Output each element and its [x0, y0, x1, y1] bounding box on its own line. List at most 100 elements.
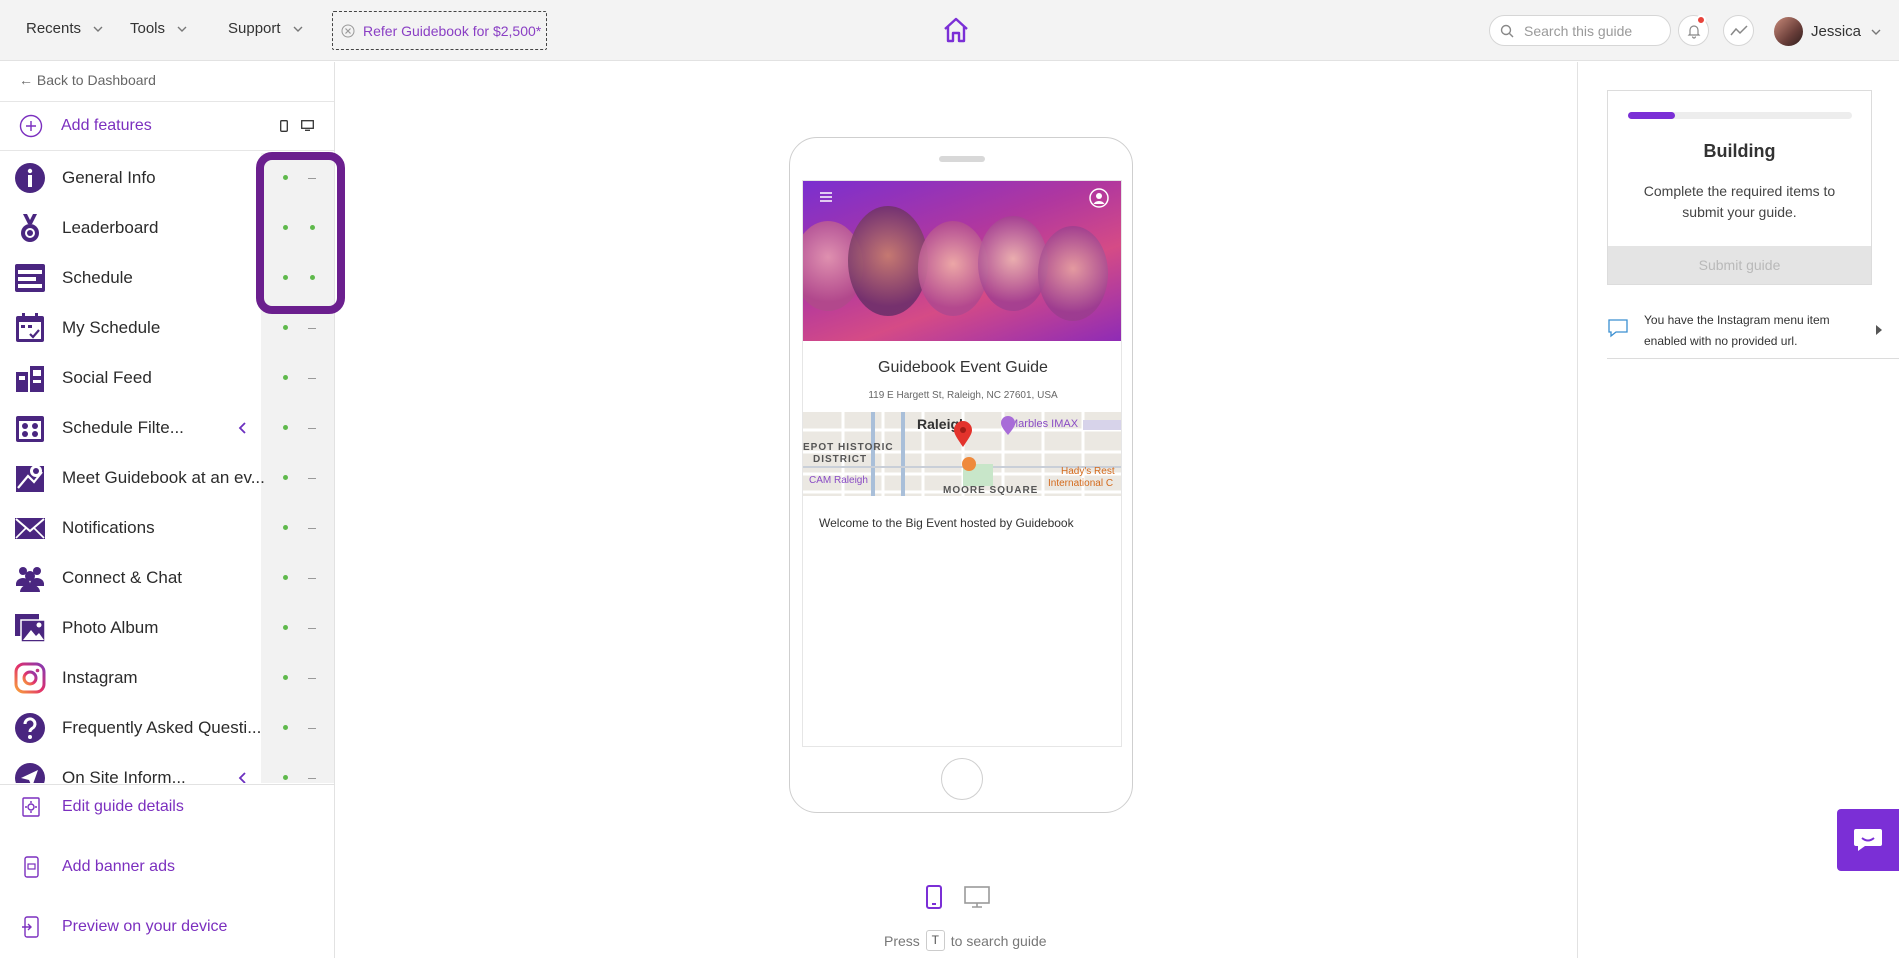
- feature-label: Notifications: [62, 518, 155, 537]
- mobile-enabled-dot: [283, 625, 288, 630]
- tools-label: Tools: [130, 20, 166, 37]
- chevron-left-icon[interactable]: [236, 421, 250, 435]
- chevron-down-icon: [177, 26, 187, 32]
- question-icon: [15, 713, 45, 743]
- hamburger-menu-icon[interactable]: [819, 191, 833, 203]
- feature-row-faq[interactable]: Frequently Asked Questi...: [0, 703, 334, 753]
- web-disabled-dash: [308, 478, 316, 479]
- mobile-enabled-dot: [283, 475, 288, 480]
- user-menu[interactable]: Jessica: [1774, 17, 1883, 46]
- press-label: Press: [884, 932, 920, 949]
- map-pin-marker-icon: [954, 421, 972, 447]
- web-disabled-dash: [308, 528, 316, 529]
- support-menu[interactable]: Support: [228, 20, 305, 37]
- edit-guide-details-link[interactable]: Edit guide details: [0, 785, 334, 829]
- build-progress-bar: [1628, 112, 1852, 119]
- chevron-right-icon[interactable]: [1874, 324, 1884, 336]
- mobile-enabled-dot: [283, 325, 288, 330]
- feature-label: Meet Guidebook at an ev...: [62, 468, 265, 487]
- banner-ad-icon: [24, 856, 39, 878]
- schedule-icon: [15, 264, 45, 292]
- instagram-icon: [14, 662, 46, 694]
- mobile-enabled-dot: [283, 775, 288, 780]
- build-status-card: Building Complete the required items to …: [1607, 90, 1872, 285]
- restaurant-marker-icon: [962, 457, 976, 471]
- send-icon: [15, 763, 45, 783]
- mobile-view-icon[interactable]: [923, 884, 945, 910]
- refer-guidebook-button[interactable]: Refer Guidebook for $2,500*: [332, 11, 547, 50]
- build-status-description: Complete the required items to submit yo…: [1643, 183, 1836, 220]
- preview-on-device-label: Preview on your device: [62, 918, 228, 935]
- add-banner-ads-link[interactable]: Add banner ads: [0, 845, 334, 889]
- feature-row-notifications[interactable]: Notifications: [0, 503, 334, 553]
- tools-menu[interactable]: Tools: [130, 20, 189, 37]
- mobile-enabled-dot: [283, 425, 288, 430]
- back-to-dashboard-link[interactable]: ← Back to Dashboard: [19, 72, 156, 88]
- avatar: [1774, 17, 1803, 46]
- map-label-depot: EPOT HISTORIC: [803, 442, 894, 453]
- feature-label: Connect & Chat: [62, 568, 183, 587]
- feature-label: Social Feed: [62, 368, 152, 387]
- warning-text: You have the Instagram menu item enabled…: [1644, 313, 1830, 348]
- envelope-icon: [15, 518, 45, 539]
- support-chat-button[interactable]: [1837, 809, 1899, 871]
- recents-menu[interactable]: Recents: [26, 20, 105, 37]
- mobile-enabled-dot: [283, 375, 288, 380]
- add-features-label: Add features: [61, 117, 152, 134]
- plus-circle-icon: [19, 114, 43, 138]
- location-map[interactable]: Raleigh Marbles IMAX EPOT HISTORIC DISTR…: [803, 412, 1121, 496]
- analytics-button[interactable]: [1723, 15, 1754, 46]
- map-pin-icon: [16, 465, 44, 492]
- info-icon: [15, 163, 45, 193]
- build-progress-fill: [1628, 112, 1676, 119]
- phone-speaker: [939, 156, 985, 162]
- guide-actions: Edit guide details Add banner ads Previe…: [0, 784, 334, 938]
- notifications-button[interactable]: [1678, 15, 1709, 46]
- map-label-marbles: Marbles IMAX: [1009, 418, 1079, 430]
- add-features-row[interactable]: Add features: [0, 101, 334, 151]
- submit-guide-button[interactable]: Submit guide: [1608, 246, 1871, 284]
- desktop-view-icon[interactable]: [963, 884, 991, 910]
- feature-label: Leaderboard: [62, 218, 159, 237]
- phone-preview-frame: Guidebook Event Guide 119 E Hargett St, …: [789, 137, 1133, 813]
- guide-banner-image: [803, 181, 1121, 341]
- edit-guide-details-label: Edit guide details: [62, 798, 184, 815]
- chevron-left-icon[interactable]: [236, 771, 250, 783]
- chevron-down-icon: [93, 26, 103, 32]
- web-disabled-dash: [308, 728, 316, 729]
- instagram-warning-item[interactable]: You have the Instagram menu item enabled…: [1607, 310, 1899, 359]
- feature-row-meet-guidebook[interactable]: Meet Guidebook at an ev...: [0, 453, 334, 503]
- calendar-check-icon: [16, 313, 44, 342]
- top-navigation-bar: Recents Tools Support Refer Guidebook fo…: [0, 0, 1899, 61]
- desktop-device-icon: [301, 120, 314, 131]
- search-shortcut-hint: Press T to search guide: [884, 930, 1047, 951]
- phone-home-button[interactable]: [941, 758, 983, 800]
- preview-device-icon: [22, 916, 39, 938]
- map-label-hadys: Hady's Rest: [1061, 466, 1115, 477]
- comment-icon: [1608, 319, 1628, 338]
- search-icon: [1500, 24, 1514, 37]
- photo-icon: [15, 614, 46, 643]
- chat-bubble-icon: [1854, 829, 1882, 851]
- map-label-cam: CAM Raleigh: [809, 475, 868, 486]
- web-disabled-dash: [308, 678, 316, 679]
- feature-row-schedule-filters[interactable]: Schedule Filte...: [0, 403, 334, 453]
- edit-details-icon: [22, 797, 40, 817]
- guide-address: 119 E Hargett St, Raleigh, NC 27601, USA: [868, 390, 1058, 401]
- house-icon[interactable]: [941, 15, 971, 45]
- profile-icon[interactable]: [1089, 188, 1109, 208]
- feature-row-social-feed[interactable]: Social Feed: [0, 353, 334, 403]
- preview-on-device-link[interactable]: Preview on your device: [0, 905, 334, 949]
- close-circle-icon[interactable]: [341, 24, 355, 38]
- feature-label: Instagram: [62, 668, 138, 687]
- search-input[interactable]: [1524, 22, 1654, 39]
- web-disabled-dash: [308, 578, 316, 579]
- mobile-enabled-dot: [283, 725, 288, 730]
- feature-row-instagram[interactable]: Instagram: [0, 653, 334, 703]
- feature-row-photo-album[interactable]: Photo Album: [0, 603, 334, 653]
- preview-device-toggle: [923, 884, 991, 910]
- support-label: Support: [228, 20, 281, 37]
- feature-row-connect-chat[interactable]: Connect & Chat: [0, 553, 334, 603]
- search-guide-box[interactable]: [1489, 15, 1671, 46]
- feature-row-on-site-information[interactable]: On Site Inform...: [0, 753, 334, 783]
